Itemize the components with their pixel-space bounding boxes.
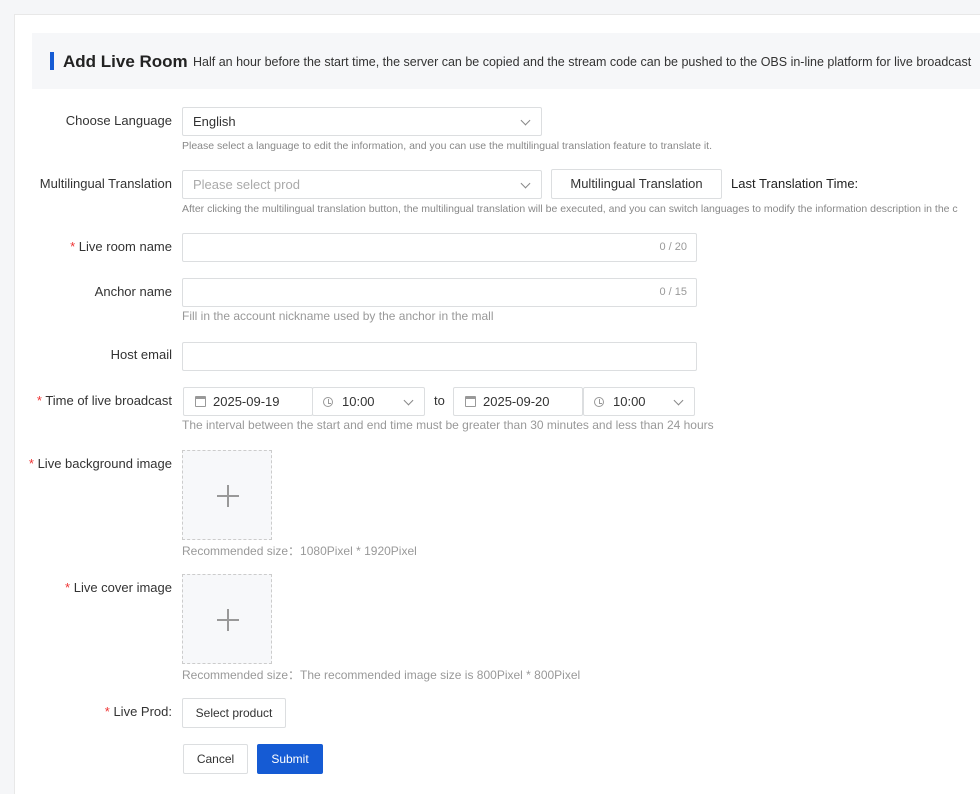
multilingual-translation-button[interactable]: Multilingual Translation xyxy=(551,169,722,199)
cover-image-upload[interactable] xyxy=(182,574,272,664)
translation-label: Multilingual Translation xyxy=(39,176,172,191)
submit-button[interactable]: Submit xyxy=(257,744,323,774)
end-time-picker[interactable]: 10:00 xyxy=(583,387,695,416)
anchor-name-label: Anchor name xyxy=(94,284,172,299)
broadcast-time-label: Time of live broadcast xyxy=(37,393,172,408)
anchor-name-input[interactable]: 0 / 15 xyxy=(182,278,697,307)
header-accent-bar xyxy=(50,52,54,70)
background-image-upload[interactable] xyxy=(182,450,272,540)
background-image-hint: Recommended size：1080Pixel * 1920Pixel xyxy=(182,544,417,558)
broadcast-time-hint: The interval between the start and end t… xyxy=(182,418,714,432)
host-email-input[interactable] xyxy=(182,342,697,371)
room-name-label: Live room name xyxy=(70,239,172,254)
clock-icon xyxy=(594,397,604,407)
end-time-value: 10:00 xyxy=(613,394,646,409)
end-date-value: 2025-09-20 xyxy=(483,394,550,409)
plus-icon-stroke xyxy=(227,485,229,507)
start-time-picker[interactable]: 10:00 xyxy=(312,387,425,416)
calendar-icon xyxy=(195,396,206,407)
cancel-button[interactable]: Cancel xyxy=(183,744,248,774)
background-image-label: Live background image xyxy=(29,456,172,471)
host-email-label: Host email xyxy=(110,347,172,362)
chevron-down-icon xyxy=(520,178,531,189)
anchor-name-hint: Fill in the account nickname used by the… xyxy=(182,309,494,323)
end-date-picker[interactable]: 2025-09-20 xyxy=(453,387,583,416)
live-prod-label: Live Prod: xyxy=(105,704,172,719)
page-description: Half an hour before the start time, the … xyxy=(193,55,972,69)
cover-image-hint: Recommended size：The recommended image s… xyxy=(182,668,581,682)
language-hint: Please select a language to edit the inf… xyxy=(182,140,712,152)
page-title: Add Live Room xyxy=(63,52,188,71)
calendar-icon xyxy=(465,396,476,407)
chevron-down-icon xyxy=(520,115,531,126)
select-product-button[interactable]: Select product xyxy=(182,698,286,728)
last-translation-time-label: Last Translation Time: xyxy=(731,176,859,191)
language-select-value: English xyxy=(193,114,236,129)
language-label: Choose Language xyxy=(65,113,172,128)
plus-icon-stroke xyxy=(227,609,229,631)
chevron-down-icon xyxy=(673,395,684,406)
chevron-down-icon xyxy=(403,395,414,406)
translation-select[interactable]: Please select prod xyxy=(182,170,542,199)
clock-icon xyxy=(323,397,333,407)
room-name-counter: 0 / 20 xyxy=(659,241,687,253)
start-date-value: 2025-09-19 xyxy=(213,394,280,409)
translation-hint: After clicking the multilingual translat… xyxy=(182,203,958,215)
start-time-value: 10:00 xyxy=(342,394,375,409)
room-name-input[interactable]: 0 / 20 xyxy=(182,233,697,262)
cover-image-label: Live cover image xyxy=(65,580,172,595)
time-range-separator: to xyxy=(434,393,445,408)
translation-select-placeholder: Please select prod xyxy=(193,177,300,192)
start-date-picker[interactable]: 2025-09-19 xyxy=(183,387,313,416)
language-select[interactable]: English xyxy=(182,107,542,136)
page-header: Add Live Room Half an hour before the st… xyxy=(32,33,980,89)
anchor-name-counter: 0 / 15 xyxy=(659,286,687,298)
